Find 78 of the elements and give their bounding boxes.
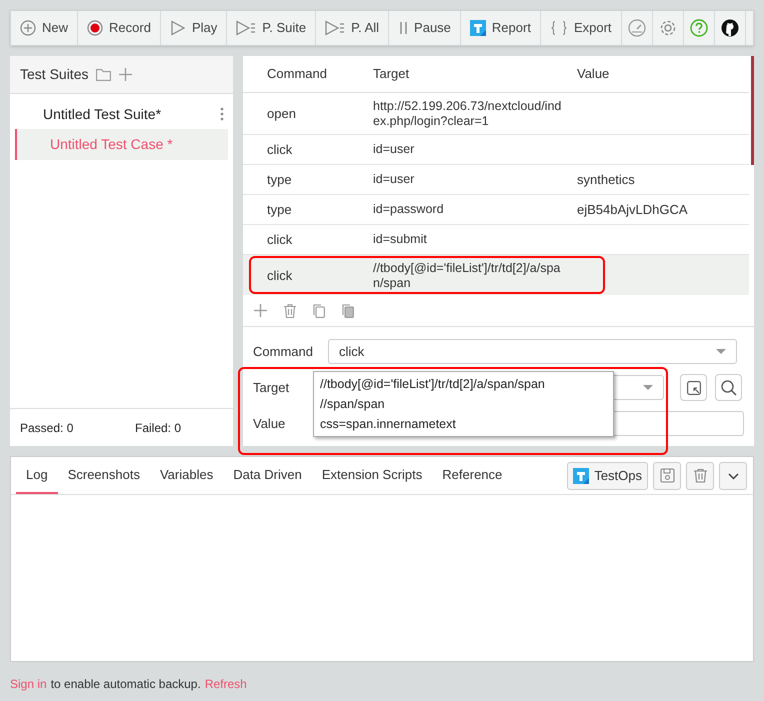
- trash-icon: [692, 468, 708, 483]
- field-label: Command: [253, 342, 314, 361]
- target-cell-text: id=submit: [373, 232, 428, 247]
- suggestion-item[interactable]: //tbody[@id='fileList']/tr/td[2]/a/span/span: [314, 374, 613, 394]
- table-row[interactable]: click id=user: [243, 135, 749, 165]
- panel-tab[interactable]: Extension Scripts: [312, 457, 432, 494]
- command-cell-text: open: [266, 104, 297, 123]
- table-row[interactable]: type id=password ejB54bAjvLDhGCA: [243, 195, 749, 225]
- caret-icon: [716, 349, 726, 354]
- panel-tab[interactable]: Screenshots: [58, 457, 150, 494]
- testops-logo-icon: [573, 468, 590, 484]
- delete-button[interactable]: [686, 462, 714, 490]
- target-cell-text: //tbody[@id='fileList']/tr/td[2]/a/span/span: [373, 260, 562, 290]
- panel-tab[interactable]: Data Driven: [223, 457, 312, 494]
- target-cell-text: id=password: [373, 202, 445, 217]
- value-cell-text: ejB54bAjvLDhGCA: [577, 200, 689, 219]
- panel-tab[interactable]: Reference: [432, 457, 512, 494]
- record-button[interactable]: Record: [78, 11, 161, 45]
- more-icon[interactable]: [220, 107, 224, 121]
- panel-title: Test Suites: [20, 65, 88, 84]
- table-row[interactable]: click //tbody[@id='fileList']/tr/td[2]/a/span/span: [243, 255, 749, 295]
- paste-icon[interactable]: [342, 304, 354, 318]
- testops-button[interactable]: TestOps: [567, 462, 648, 490]
- suggestion-item[interactable]: //span/span: [314, 394, 613, 414]
- play-button[interactable]: Play: [160, 11, 228, 45]
- suggestion-item[interactable]: css=span.innernametext: [314, 414, 613, 434]
- pause-button[interactable]: Pause: [389, 11, 461, 45]
- column-header: Command: [266, 65, 328, 84]
- github-icon: [720, 19, 739, 37]
- column-header: Value: [577, 65, 610, 84]
- panel-tab[interactable]: Variables: [150, 457, 224, 494]
- command-field[interactable]: click: [328, 339, 737, 364]
- pause-icon: [398, 20, 408, 36]
- report-button[interactable]: Report: [460, 11, 541, 45]
- delete-icon[interactable]: [284, 304, 296, 318]
- suite-name[interactable]: Untitled Test Suite*: [43, 104, 220, 124]
- new-button[interactable]: New: [11, 11, 78, 45]
- play-icon: [170, 20, 186, 36]
- failed-count: Failed: 0: [135, 420, 182, 436]
- all-button[interactable]: P. All: [316, 11, 390, 45]
- select-target-button[interactable]: [680, 374, 707, 401]
- command-cell-text: click: [266, 230, 294, 249]
- settings-icon: [658, 19, 677, 37]
- collapse-button[interactable]: [719, 462, 747, 490]
- export-button[interactable]: Export: [540, 11, 622, 45]
- save-icon: [660, 468, 674, 483]
- report-logo-icon: [470, 20, 486, 36]
- cursor-box-icon: [686, 380, 700, 394]
- braces-icon: [550, 20, 568, 36]
- record-icon: [87, 20, 104, 36]
- folder-icon[interactable]: [96, 68, 112, 80]
- add-icon[interactable]: [254, 304, 267, 317]
- save-button[interactable]: [653, 462, 681, 490]
- help-icon: [690, 19, 708, 37]
- value-cell-text: synthetics: [577, 170, 636, 189]
- add-icon[interactable]: [119, 68, 132, 81]
- plus-circle-icon: [20, 20, 36, 36]
- table-row[interactable]: open http://52.199.206.73/nextcloud/index.php/login?clear=1: [243, 93, 749, 135]
- suite-button[interactable]: P. Suite: [227, 11, 316, 45]
- command-cell-text: click: [266, 140, 294, 159]
- passed-count: Passed: 0: [20, 420, 74, 436]
- command-cell-text: click: [266, 266, 294, 285]
- search-icon: [720, 380, 736, 396]
- gauge-icon: [628, 19, 646, 37]
- play-list-icon: [325, 20, 346, 36]
- target-cell-text: id=user: [373, 142, 416, 157]
- column-header: Target: [373, 65, 410, 84]
- backup-message: to enable automatic backup.: [50, 676, 201, 693]
- search-button[interactable]: [715, 374, 742, 401]
- table-row[interactable]: type id=user synthetics: [243, 165, 749, 195]
- command-cell-text: type: [266, 200, 293, 219]
- command-cell-text: type: [266, 170, 293, 189]
- copy-icon[interactable]: [313, 304, 325, 318]
- caret-icon: [643, 385, 653, 390]
- panel-tab[interactable]: Log: [16, 457, 58, 494]
- play-list-icon: [236, 20, 256, 36]
- target-cell-text: id=user: [373, 172, 416, 187]
- target-cell-text: http://52.199.206.73/nextcloud/index.php/login?clear=1: [373, 98, 562, 128]
